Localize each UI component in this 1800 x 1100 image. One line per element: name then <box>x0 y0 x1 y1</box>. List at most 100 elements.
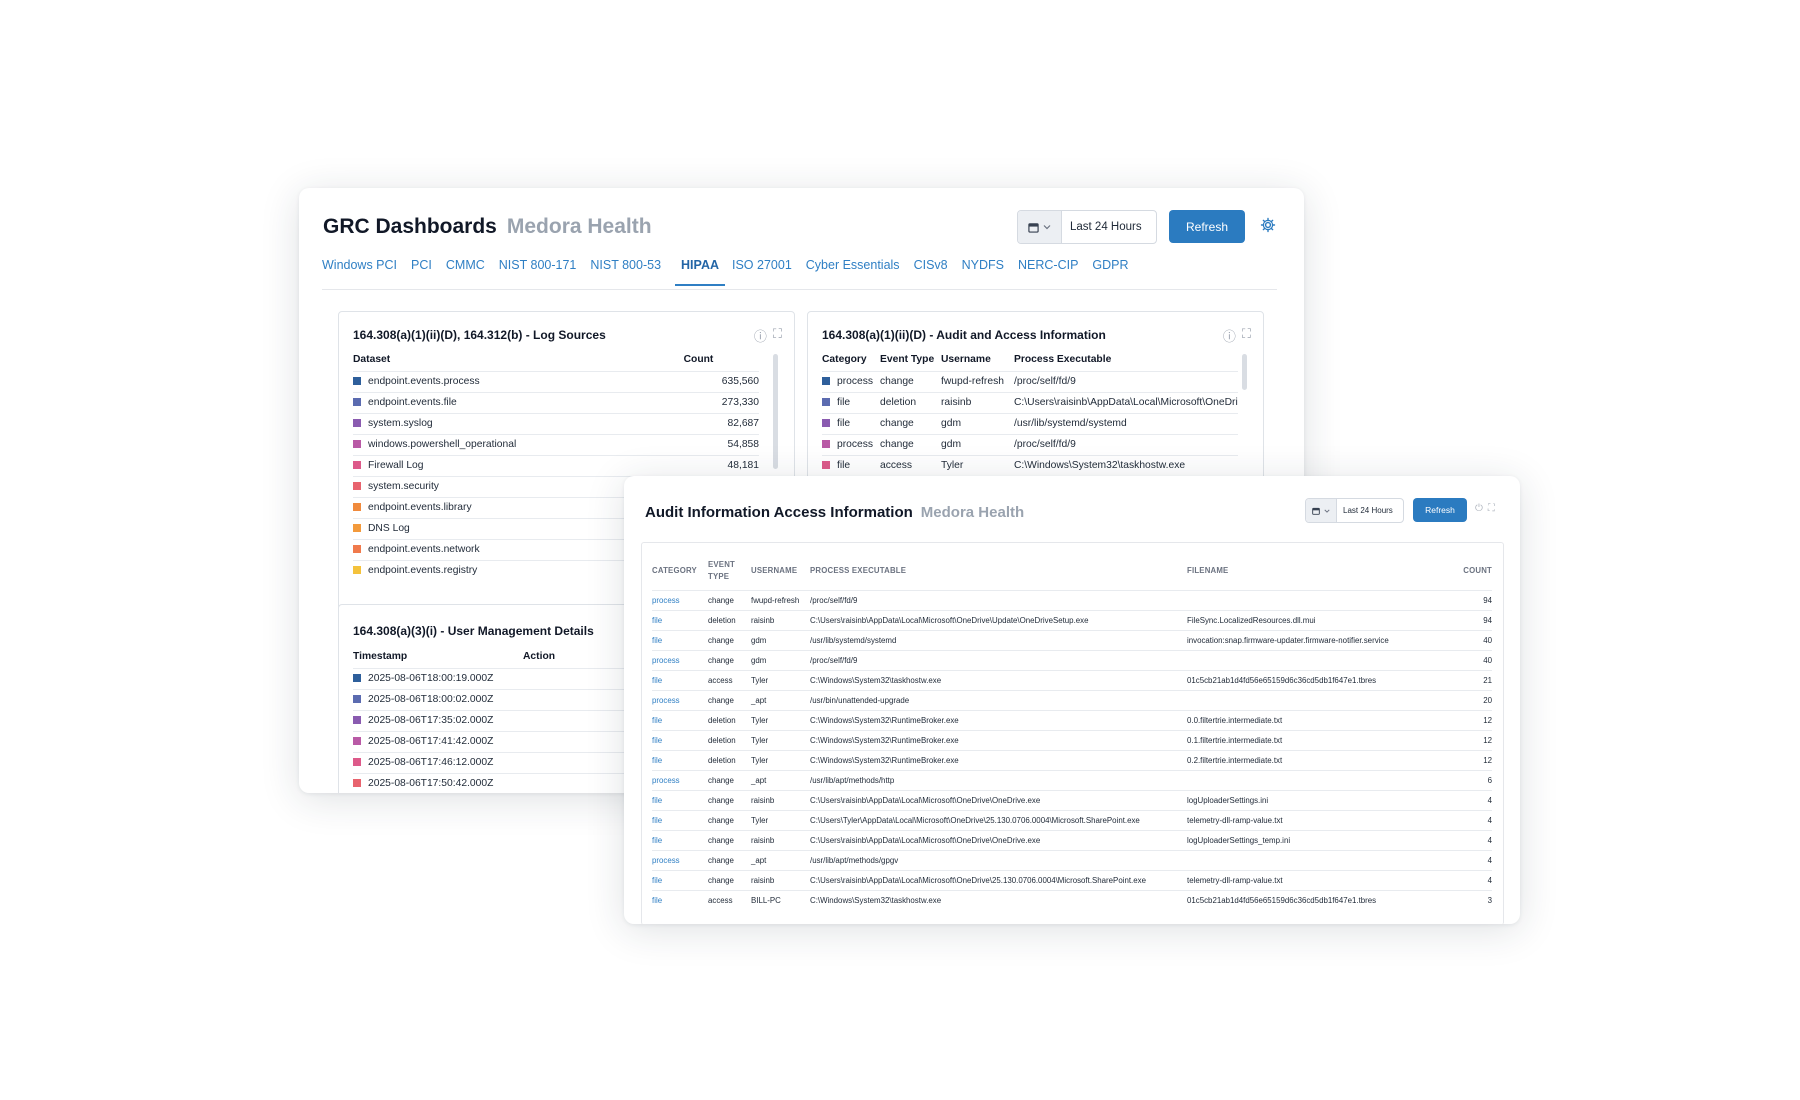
category-cell-text: file <box>652 836 663 845</box>
color-swatch <box>353 695 361 703</box>
color-swatch <box>353 524 361 532</box>
expand-icon[interactable]: ⛶ <box>1242 326 1251 345</box>
process-cell-text: C:\Windows\System32\RuntimeBroker.exe <box>810 736 959 745</box>
count-cell: 4 <box>1452 790 1492 811</box>
column-header[interactable]: Count <box>684 354 759 372</box>
table-row[interactable]: 2025-08-06T17:41:42.000Z <box>353 731 653 753</box>
table-row[interactable]: file change gdm/usr/lib/systemd/systemd inv… <box>652 630 1492 651</box>
event-type-cell-text: access <box>708 676 733 685</box>
tab-nist-800-53[interactable]: NIST 800-53 <box>590 258 668 286</box>
table-row[interactable]: file deletion raisinb C:\Users\raisinb\AppD… <box>822 392 1238 414</box>
username-cell: gdm <box>751 630 810 651</box>
date-range-picker[interactable]: Last 24 Hours <box>1305 498 1404 523</box>
tab-hipaa[interactable]: HIPAA <box>675 258 725 286</box>
settings-gear-icon[interactable] <box>1260 217 1276 238</box>
filename-cell-text: FileSync.LocalizedResources.dll.mui <box>1187 616 1316 625</box>
column-header[interactable]: Dataset <box>353 354 684 372</box>
refresh-button[interactable]: Refresh <box>1169 210 1245 243</box>
expand-icon[interactable]: ⛶ <box>773 326 782 345</box>
filename-cell: telemetry-dll-ramp-value.txt <box>1187 810 1452 831</box>
table-row[interactable]: 2025-08-06T18:00:19.000Z <box>353 668 653 690</box>
count-cell: 12 <box>1452 730 1492 751</box>
table-row[interactable]: file change raisinb C:\Users\raisinb\AppDat… <box>652 830 1492 851</box>
table-row[interactable]: process change fwupd-refresh/proc/self/fd/… <box>652 590 1492 611</box>
filename-cell: 0.0.filtertrie.intermediate.txt <box>1187 710 1452 731</box>
process-cell-text: C:\Windows\System32\taskhostw.exe <box>810 676 942 685</box>
tab-gdpr[interactable]: GDPR <box>1092 258 1135 286</box>
username-cell: BILL-PC <box>751 890 810 910</box>
table-row[interactable]: endpoint.events.file 273,330 <box>353 392 759 414</box>
tab-divider <box>322 289 1277 290</box>
date-range-value[interactable]: Last 24 Hours <box>1337 499 1403 522</box>
table-row[interactable]: file access Tyler C:\Windows\System32\taskh… <box>822 455 1238 476</box>
column-header[interactable]: Username <box>941 354 1014 372</box>
filename-cell: 01c5cb21ab1d4fd56e65159d6c36cd5db1f647e1… <box>1187 890 1452 910</box>
table-row[interactable]: file deletion raisinb C:\Users\raisinb\AppD… <box>652 610 1492 631</box>
tab-cmmc[interactable]: CMMC <box>446 258 492 286</box>
category-cell-text: file <box>652 616 663 625</box>
date-range-picker[interactable]: Last 24 Hours <box>1017 210 1157 244</box>
count-cell: 273,330 <box>683 392 759 414</box>
scrollbar[interactable] <box>773 354 778 469</box>
table-row[interactable]: windows.powershell_operational 54,858 <box>353 434 759 456</box>
table-row[interactable]: file change raisinb C:\Users\raisinb\AppDat… <box>652 870 1492 891</box>
expand-icon[interactable]: ⛶ <box>1488 503 1495 514</box>
table-row[interactable]: process change gdm/proc/self/fd/9 <box>822 434 1238 456</box>
dataset-cell-text: DNS Log <box>368 523 410 534</box>
table-row[interactable]: file change raisinb C:\Users\raisinb\AppDat… <box>652 790 1492 811</box>
username-cell: raisinb <box>751 610 810 631</box>
column-header-count[interactable]: COUNT <box>1452 559 1492 591</box>
category-cell: file <box>652 670 708 691</box>
calendar-dropdown[interactable] <box>1018 211 1062 243</box>
table-row[interactable]: file deletion Tyler C:\Windows\System32\Run… <box>652 750 1492 771</box>
table-row[interactable]: 2025-08-06T17:46:12.000Z <box>353 752 653 774</box>
tab-nerc-cip[interactable]: NERC-CIP <box>1018 258 1085 286</box>
count-cell: 40 <box>1452 650 1492 671</box>
table-row[interactable]: 2025-08-06T17:35:02.000Z <box>353 710 653 732</box>
table-row[interactable]: Firewall Log 48,181 <box>353 455 759 477</box>
scrollbar[interactable] <box>1242 354 1247 390</box>
column-header-event-type[interactable]: EVENT TYPE <box>708 559 751 591</box>
column-header[interactable]: Timestamp <box>353 651 523 669</box>
table-row[interactable]: process change fwupd-refresh/proc/self/fd/… <box>822 371 1238 393</box>
table-row[interactable]: endpoint.events.process 635,560 <box>353 371 759 393</box>
column-header-process-executable[interactable]: PROCESS EXECUTABLE <box>810 559 1187 591</box>
column-header-username[interactable]: USERNAME <box>751 559 810 591</box>
power-icon[interactable]: ⏻ <box>1475 503 1483 514</box>
tab-cyber-essentials[interactable]: Cyber Essentials <box>806 258 907 286</box>
refresh-button[interactable]: Refresh <box>1413 498 1467 522</box>
tab-pci[interactable]: PCI <box>411 258 439 286</box>
date-range-value[interactable]: Last 24 Hours <box>1062 211 1156 243</box>
column-header[interactable]: Category <box>822 354 880 372</box>
table-row[interactable]: process change _apt/usr/lib/apt/methods/gp… <box>652 850 1492 871</box>
detail-title-text: Audit Information Access Information <box>645 504 913 521</box>
table-row[interactable]: system.syslog 82,687 <box>353 413 759 435</box>
column-header[interactable]: Event Type <box>880 354 941 372</box>
table-row[interactable]: file access Tyler C:\Windows\System32\taskh… <box>652 670 1492 691</box>
table-row[interactable]: file access BILL-PC C:\Windows\System32\tas… <box>652 890 1492 910</box>
tab-cisv8[interactable]: CISv8 <box>914 258 955 286</box>
count-cell: 12 <box>1452 750 1492 771</box>
event-type-cell-text: change <box>708 696 734 705</box>
table-row[interactable]: process change gdm/proc/self/fd/9 40 <box>652 650 1492 671</box>
filename-cell-text: invocation:snap.firmware-updater.firmwar… <box>1187 636 1389 645</box>
table-row[interactable]: 2025-08-06T17:50:42.000Z <box>353 773 653 793</box>
column-header-category[interactable]: CATEGORY <box>652 559 708 591</box>
tab-windows-pci[interactable]: Windows PCI <box>322 258 404 286</box>
table-row[interactable]: 2025-08-06T18:00:02.000Z <box>353 689 653 711</box>
table-row[interactable]: file change Tyler C:\Users\Tyler\AppData\Lo… <box>652 810 1492 831</box>
table-row[interactable]: file deletion Tyler C:\Windows\System32\Run… <box>652 730 1492 751</box>
tab-iso-27001[interactable]: ISO 27001 <box>732 258 799 286</box>
column-header-filename[interactable]: FILENAME <box>1187 559 1452 591</box>
table-row[interactable]: file deletion Tyler C:\Windows\System32\Run… <box>652 710 1492 731</box>
info-icon[interactable]: ⓘ <box>754 326 767 345</box>
table-row[interactable]: process change _apt/usr/lib/apt/methods/ht… <box>652 770 1492 791</box>
tab-nydfs[interactable]: NYDFS <box>962 258 1011 286</box>
timestamp-cell: 2025-08-06T17:46:12.000Z <box>353 752 523 774</box>
category-cell-text: process <box>652 776 680 785</box>
tab-nist-800-171[interactable]: NIST 800-171 <box>499 258 584 286</box>
calendar-dropdown[interactable] <box>1306 499 1337 522</box>
table-row[interactable]: file change gdm/usr/lib/systemd/systemd <box>822 413 1238 435</box>
column-header[interactable]: Process Executable <box>1014 354 1238 372</box>
table-row[interactable]: process change _apt/usr/bin/unattended-upg… <box>652 690 1492 711</box>
